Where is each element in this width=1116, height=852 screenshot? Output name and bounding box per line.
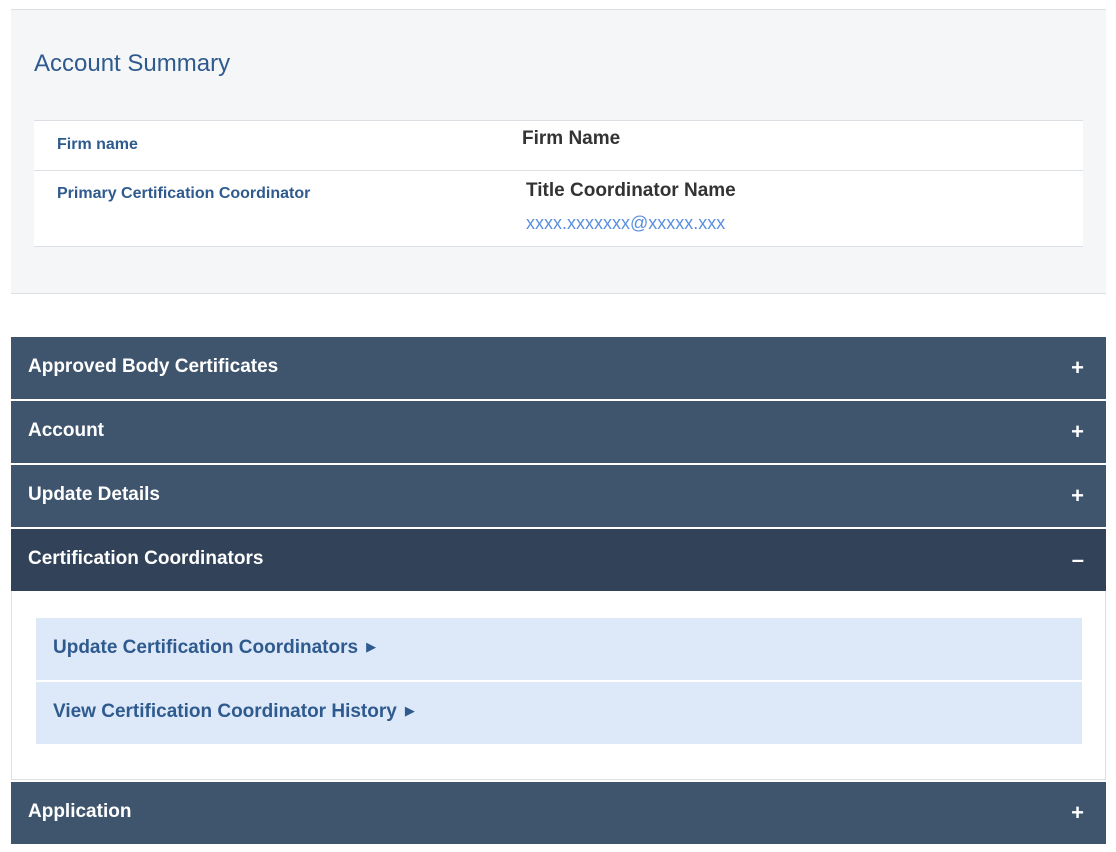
accordion-header-update-details[interactable]: Update Details + [11, 465, 1106, 529]
expand-icon[interactable]: + [1071, 418, 1084, 446]
firm-name-row: Firm name Firm Name [34, 121, 1083, 171]
expand-icon[interactable]: + [1071, 799, 1084, 827]
account-accordion: Approved Body Certificates + Account + U… [11, 337, 1106, 846]
primary-coordinator-row: Primary Certification Coordinator Title … [34, 171, 1083, 246]
accordion-title: Update Details [28, 484, 160, 505]
accordion-header-certification-coordinators[interactable]: Certification Coordinators – [11, 529, 1106, 591]
primary-coordinator-label: Primary Certification Coordinator [57, 185, 311, 202]
accordion-title: Approved Body Certificates [28, 356, 279, 377]
firm-name-label: Firm name [57, 136, 138, 153]
expand-icon[interactable]: + [1071, 482, 1084, 510]
account-summary-card: Account Summary Firm name Firm Name Prim… [11, 9, 1106, 294]
primary-coordinator-name: Title Coordinator Name [526, 180, 736, 201]
link-label: View Certification Coordinator History [53, 701, 397, 722]
account-summary-title: Account Summary [34, 50, 231, 77]
certification-coordinators-panel: Update Certification Coordinators ▶ View … [11, 591, 1106, 780]
collapse-icon[interactable]: – [1072, 546, 1084, 574]
arrow-right-icon: ▶ [366, 639, 377, 654]
accordion-title: Certification Coordinators [28, 548, 264, 569]
accordion-header-approved-body-certificates[interactable]: Approved Body Certificates + [11, 337, 1106, 401]
view-certification-coordinator-history-link[interactable]: View Certification Coordinator History ▶ [36, 682, 1082, 744]
update-certification-coordinators-link[interactable]: Update Certification Coordinators ▶ [36, 618, 1082, 680]
account-summary-table: Firm name Firm Name Primary Certificatio… [34, 120, 1083, 247]
accordion-header-application[interactable]: Application + [11, 782, 1106, 846]
accordion-header-account[interactable]: Account + [11, 401, 1106, 465]
link-label: Update Certification Coordinators [53, 637, 359, 658]
expand-icon[interactable]: + [1071, 354, 1084, 382]
firm-name-value: Firm Name [522, 128, 621, 149]
arrow-right-icon: ▶ [404, 703, 415, 718]
accordion-title: Account [28, 420, 104, 441]
primary-coordinator-email-link[interactable]: xxxx.xxxxxxx@xxxxx.xxx [526, 213, 725, 234]
accordion-title: Application [28, 801, 132, 822]
